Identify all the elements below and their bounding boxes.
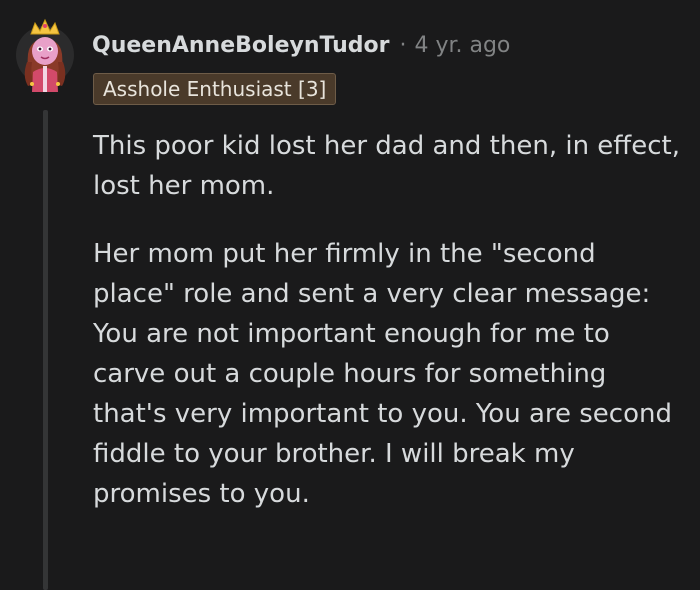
princess-avatar-icon bbox=[16, 18, 74, 92]
comment-timestamp[interactable]: 4 yr. ago bbox=[414, 33, 510, 58]
user-flair: Asshole Enthusiast [3] bbox=[93, 73, 337, 105]
user-avatar[interactable] bbox=[14, 14, 76, 96]
comment: QueenAnneBoleynTudor · 4 yr. ago Asshole… bbox=[0, 0, 700, 590]
meta-separator: · bbox=[399, 32, 407, 58]
comment-paragraph: Her mom put her firmly in the "second pl… bbox=[93, 239, 672, 509]
comment-meta: QueenAnneBoleynTudor · 4 yr. ago bbox=[92, 27, 510, 63]
comment-paragraph: This poor kid lost her dad and then, in … bbox=[93, 131, 680, 201]
thread-line[interactable] bbox=[43, 110, 48, 590]
comment-body: This poor kid lost her dad and then, in … bbox=[93, 126, 683, 542]
username-link[interactable]: QueenAnneBoleynTudor bbox=[92, 33, 389, 58]
